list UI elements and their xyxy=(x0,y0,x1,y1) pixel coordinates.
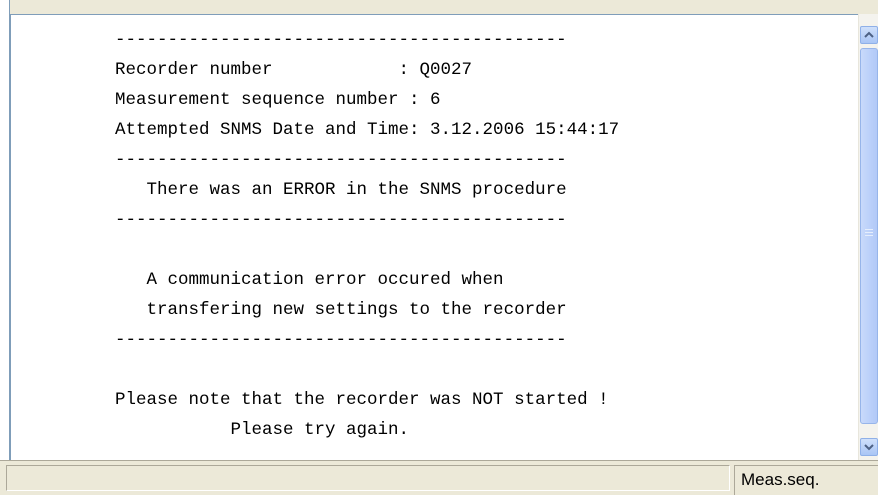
log-line-4: Attempted SNMS Date and Time: 3.12.2006 … xyxy=(115,120,620,140)
vertical-scrollbar[interactable] xyxy=(858,14,878,460)
scroll-thumb[interactable] xyxy=(860,48,878,424)
log-line-13: Please note that the recorder was NOT st… xyxy=(115,390,609,410)
log-line-10: transfering new settings to the recorder xyxy=(115,300,567,320)
thumb-grip-line xyxy=(865,235,873,236)
status-pane-main xyxy=(6,465,730,491)
status-bar: Meas.seq. xyxy=(0,460,878,495)
log-text: ----------------------------------------… xyxy=(115,25,619,445)
log-line-6: There was an ERROR in the SNMS procedure xyxy=(115,180,567,200)
thumb-grip-line xyxy=(865,232,873,233)
log-line-2: Recorder number : Q0027 xyxy=(115,60,473,80)
log-line-14: Please try again. xyxy=(115,420,410,440)
log-line-9: A communication error occured when xyxy=(115,270,504,290)
log-text-area[interactable]: ----------------------------------------… xyxy=(10,14,858,460)
log-line-5: ----------------------------------------… xyxy=(115,150,567,170)
window-left-edge xyxy=(0,0,10,460)
log-line-7: ----------------------------------------… xyxy=(115,210,567,230)
thumb-grip-line xyxy=(865,229,873,230)
log-line-12 xyxy=(115,355,619,385)
chevron-up-icon xyxy=(864,31,874,38)
log-line-8 xyxy=(115,235,619,265)
log-window: ----------------------------------------… xyxy=(0,0,878,460)
chevron-down-icon xyxy=(864,444,874,451)
log-line-1: ----------------------------------------… xyxy=(115,30,567,50)
status-pane-meas-seq: Meas.seq. xyxy=(734,465,878,495)
log-line-3: Measurement sequence number : 6 xyxy=(115,90,441,110)
log-line-11: ----------------------------------------… xyxy=(115,330,567,350)
scroll-down-button[interactable] xyxy=(860,438,878,456)
scroll-up-button[interactable] xyxy=(860,26,878,44)
